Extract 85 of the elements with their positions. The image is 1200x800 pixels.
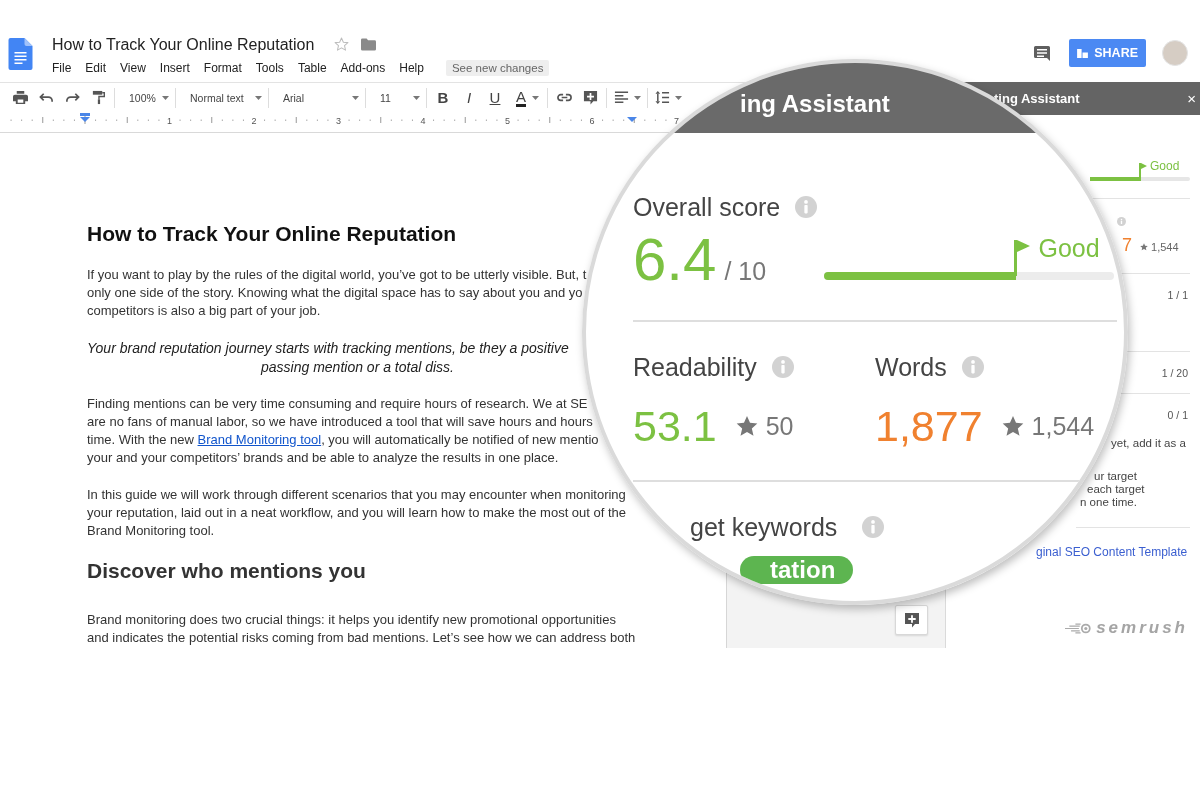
caret-icon — [675, 95, 682, 100]
caret-icon — [634, 95, 641, 100]
word-count-value: 7 — [1122, 235, 1132, 255]
menu-item[interactable]: Tools — [255, 61, 284, 75]
menu-item[interactable]: Format — [203, 61, 242, 75]
keywords-label: get keywords — [690, 512, 838, 542]
hint-text: ur target — [1094, 470, 1137, 483]
ruler-number: 3 — [336, 115, 341, 126]
hint-text: n one time. — [1080, 496, 1137, 509]
menu-item[interactable]: File — [52, 61, 72, 75]
ruler-number: 5 — [505, 115, 510, 126]
document-icon[interactable] — [8, 38, 33, 70]
score-max: / 10 — [724, 257, 767, 286]
ruler-number: 6 — [589, 115, 595, 126]
metric-target: 1,544 — [1031, 411, 1095, 441]
paragraph: Brand monitoring does two crucial things: it helps you identify new promotional opportunities and indicates the potential risks coming from bad mentions. Let’s see how we can address both — [87, 611, 636, 647]
keyword-tag: tation — [740, 556, 854, 584]
metric-value: 53.1 — [633, 404, 717, 448]
caret-icon — [162, 95, 169, 100]
font-size-dropdown[interactable]: 11 — [370, 85, 424, 110]
star-icon — [735, 415, 758, 437]
count-label: 0 / 1 — [1167, 408, 1188, 422]
document-title: How to Track Your Online Reputation — [87, 222, 457, 246]
paint-roller-icon — [90, 90, 106, 105]
star-icon[interactable] — [334, 37, 350, 52]
word-target: 1,544 — [1151, 241, 1179, 253]
zoom-dropdown[interactable]: 100% — [119, 85, 173, 110]
menu-item[interactable]: View — [120, 61, 146, 75]
ruler-number: 4 — [420, 115, 426, 126]
rating-label: Good — [1038, 233, 1100, 263]
add-comment-button[interactable] — [895, 605, 928, 635]
menu-item[interactable]: Insert — [159, 61, 190, 75]
metric-label: Readability — [633, 352, 757, 382]
add-comment-icon — [903, 612, 920, 628]
flag-icon — [1139, 163, 1147, 181]
paragraph: If you want to play by the rules of the digital world, you’ve got to be utterly visible. But, t only one side of the story. Knowing what the digital space has to say about you and yo competitors is also a big part of your job. — [87, 266, 587, 320]
ruler-number: 2 — [251, 115, 257, 126]
flag-icon — [1014, 240, 1030, 276]
menu-item[interactable]: Help — [399, 61, 424, 75]
underline-button[interactable]: U — [483, 85, 507, 110]
paragraph: In this guide we will work through different scenarios that you may encounter when monitoring your reputation, laid out in a neat workflow, and you will learn how to make the most out of the Brand Monitoring tool. — [87, 486, 627, 540]
lens-title: ing Assistant — [740, 92, 890, 116]
menu-item[interactable]: Add-ons — [340, 61, 386, 75]
hint-text: each target — [1087, 483, 1145, 496]
hint-text: yet, add it as a — [1111, 436, 1186, 450]
metric-target: 50 — [765, 411, 794, 441]
score-label: Overall score — [633, 192, 781, 222]
caret-icon — [413, 95, 420, 100]
logo-text: semrush — [1096, 619, 1188, 637]
italic-button[interactable]: I — [457, 85, 481, 110]
style-dropdown[interactable]: Normal text — [180, 85, 266, 110]
indent-marker-icon[interactable] — [627, 117, 637, 122]
score-value: 6.4 — [633, 229, 717, 291]
line-spacing-icon — [655, 90, 670, 105]
close-button[interactable]: × — [1187, 91, 1196, 106]
bold-button[interactable]: B — [431, 85, 455, 110]
share-icon — [1077, 48, 1089, 58]
comet-icon — [1065, 622, 1092, 634]
quote-paragraph: Your brand reputation journey starts with tracking mentions, be they a positive passing mention or a total diss. — [87, 339, 570, 377]
caret-icon — [532, 95, 539, 100]
metric-value: 1,877 — [875, 404, 983, 448]
ruler-number: 7 — [674, 115, 679, 126]
font-dropdown[interactable]: Arial — [273, 85, 363, 110]
count-label: 1 / 20 — [1161, 365, 1188, 380]
folder-icon[interactable] — [361, 38, 377, 51]
ruler-number: 1 — [167, 115, 172, 126]
menu-item[interactable]: Table — [297, 61, 327, 75]
star-icon — [1001, 415, 1024, 437]
star-icon — [1140, 243, 1148, 251]
document-name[interactable]: How to Track Your Online Reputation — [52, 35, 315, 54]
add-comment-icon — [582, 90, 598, 105]
caret-icon — [352, 95, 359, 100]
align-left-icon — [614, 90, 629, 105]
see-changes-button[interactable]: See new changes — [445, 60, 550, 76]
section-heading: Discover who mentions you — [87, 559, 366, 583]
caret-icon — [255, 95, 262, 100]
indent-marker-icon[interactable] — [80, 113, 90, 122]
print-icon — [12, 90, 28, 105]
metric-label: Words — [875, 352, 947, 382]
rating-label: Good — [1150, 159, 1180, 173]
comment-icon[interactable] — [1034, 45, 1051, 61]
menu-item[interactable]: Edit — [85, 61, 107, 75]
paragraph: Finding mentions can be very time consuming and require hours of research. We at SE are no fans of manual labor, so we have introduced a tool that will save hours and hours time. With the new Brand Monitoring tool, you will automatically be notified of new mentio your and your competitors’ brands and be able to analyze the results in one place. — [87, 395, 599, 467]
count-label: 1 / 1 — [1167, 288, 1188, 302]
text-color-button[interactable]: A — [509, 85, 543, 110]
